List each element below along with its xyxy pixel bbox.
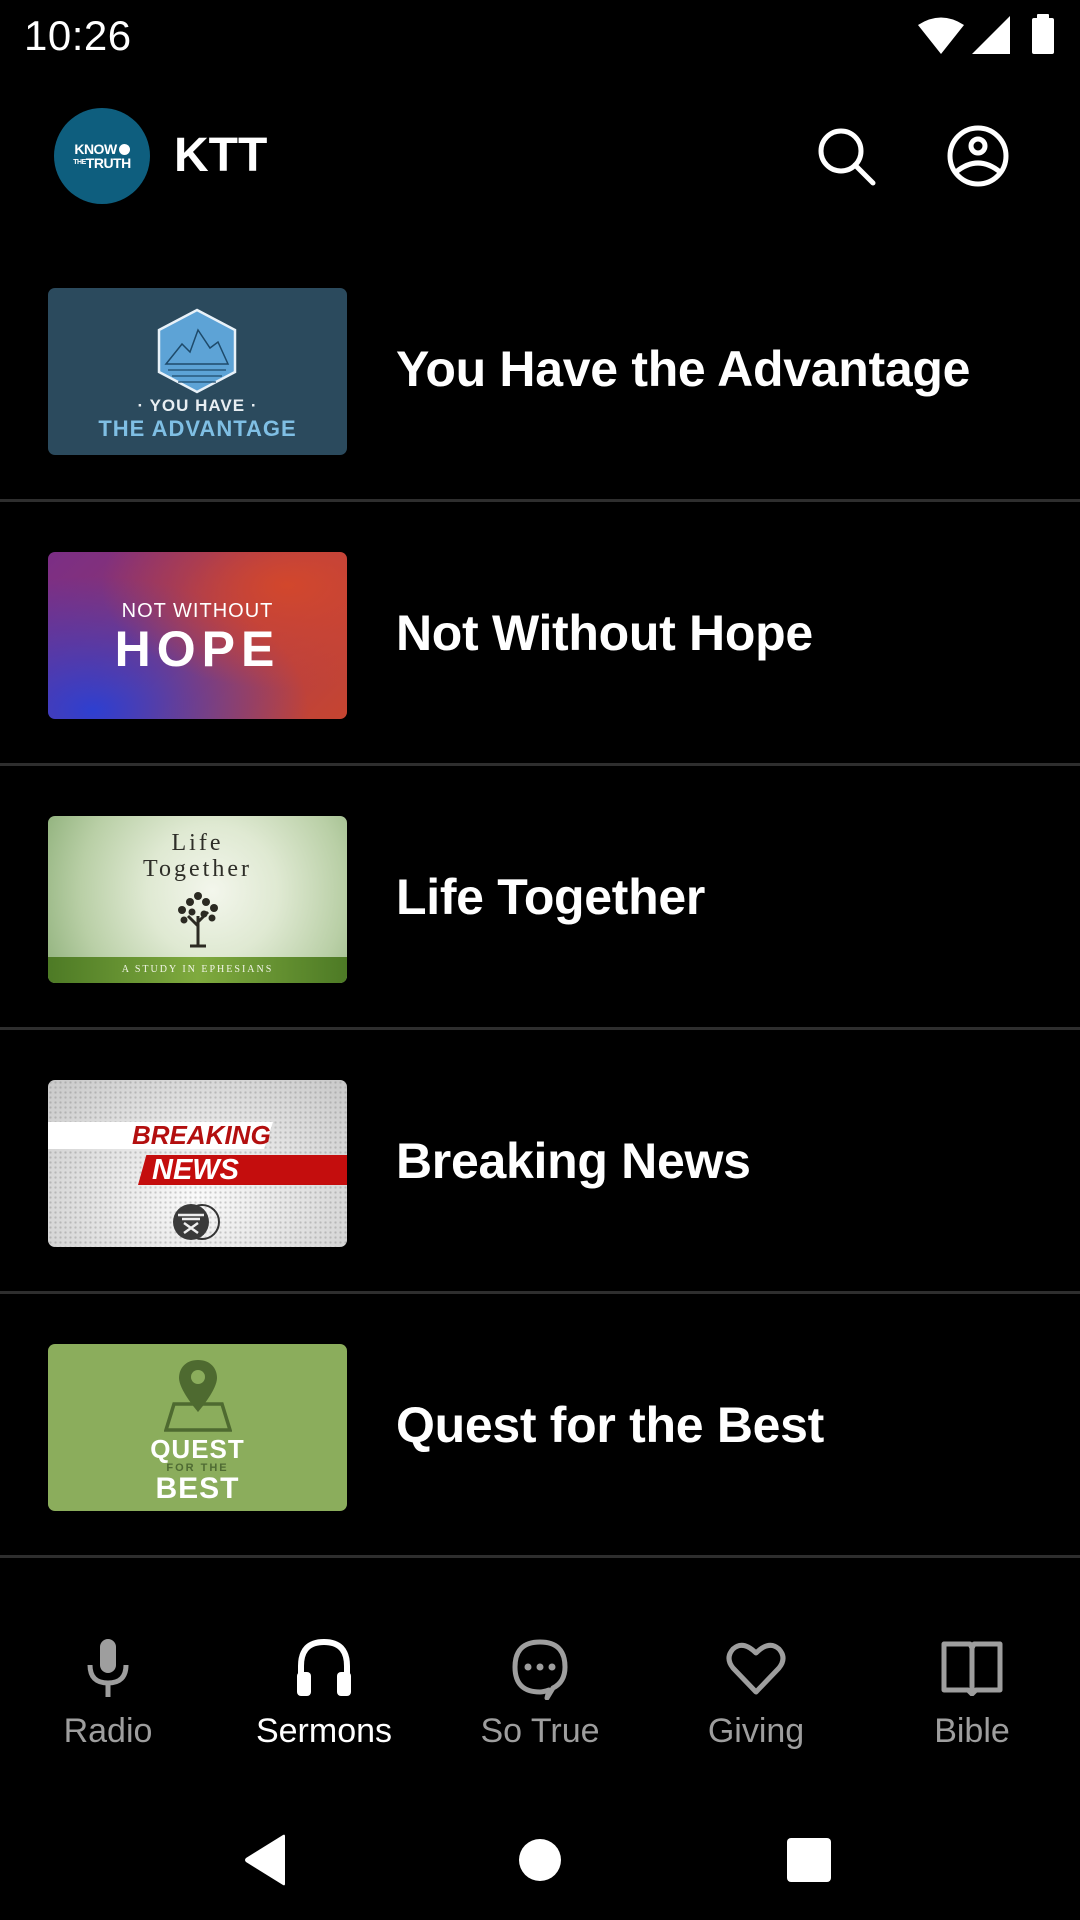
series-thumbnail: · YOU HAVE · THE ADVANTAGE bbox=[48, 288, 347, 455]
series-list-item[interactable]: BREAKING NEWS Breaking News bbox=[0, 1030, 1080, 1294]
nav-item-sermons[interactable]: Sermons bbox=[216, 1620, 432, 1770]
thumbnail-text: HOPE bbox=[114, 621, 281, 677]
series-title: Quest for the Best bbox=[396, 1396, 824, 1453]
ktt-logo[interactable]: KNOW THETRUTH bbox=[54, 108, 150, 204]
account-circle-icon bbox=[947, 125, 1009, 187]
series-title: Not Without Hope bbox=[396, 604, 813, 661]
nav-label: Giving bbox=[707, 1712, 805, 1750]
series-list-item[interactable]: · YOU HAVE · THE ADVANTAGE You Have the … bbox=[0, 238, 1080, 502]
system-recents-button[interactable] bbox=[769, 1820, 849, 1900]
series-thumbnail: NOT WITHOUT HOPE bbox=[48, 552, 347, 719]
series-thumbnail: Life Together A STUDY IN EPHESIANS bbox=[48, 816, 347, 983]
thumbnail-text: BREAKING bbox=[132, 1120, 271, 1150]
nav-icon-wrap bbox=[295, 1634, 353, 1702]
series-thumbnail: QUEST FOR THE BEST bbox=[48, 1344, 347, 1511]
mountain-badge-icon bbox=[157, 308, 237, 394]
logo-compass-icon bbox=[118, 143, 130, 155]
nav-label: Bible bbox=[934, 1712, 1010, 1750]
nav-label: Sermons bbox=[255, 1712, 393, 1750]
wifi-icon bbox=[918, 17, 964, 54]
nav-icon-wrap bbox=[509, 1634, 571, 1702]
nav-label: So True bbox=[480, 1712, 600, 1750]
sermon-series-list: · YOU HAVE · THE ADVANTAGE You Have the … bbox=[0, 238, 1080, 1558]
logo-know: KNOW bbox=[74, 141, 117, 157]
status-time: 10:26 bbox=[24, 12, 132, 59]
home-circle-icon bbox=[519, 1839, 561, 1881]
logo-text-truth: THETRUTH bbox=[73, 155, 131, 171]
back-triangle-icon bbox=[245, 1834, 285, 1886]
series-list-item[interactable]: QUEST FOR THE BEST Quest for the Best bbox=[0, 1294, 1080, 1558]
map-pin-icon bbox=[164, 1360, 232, 1432]
logo-text-know: KNOW bbox=[74, 141, 130, 157]
chat-bubble-icon bbox=[512, 1639, 568, 1700]
recents-square-icon bbox=[787, 1838, 831, 1882]
thumbnail-text-line: Life bbox=[171, 830, 224, 856]
nav-icon-wrap bbox=[940, 1634, 1004, 1702]
thumbnail-text: A STUDY IN EPHESIANS bbox=[121, 964, 274, 975]
thumbnail-text: NEWS bbox=[152, 1154, 239, 1186]
nav-item-giving[interactable]: Giving bbox=[648, 1620, 864, 1770]
app-title: KTT bbox=[174, 129, 268, 182]
thumbnail-text-line: Together bbox=[143, 856, 252, 882]
system-back-button[interactable] bbox=[226, 1820, 306, 1900]
nav-label: Radio bbox=[63, 1712, 153, 1750]
nav-icon-wrap bbox=[725, 1634, 787, 1702]
series-list-item[interactable]: Life Together A STUDY IN EPHESIANS Life … bbox=[0, 766, 1080, 1030]
series-title: Life Together bbox=[396, 868, 706, 925]
thumbnail-text: Life Together bbox=[48, 830, 347, 882]
book-icon bbox=[941, 1641, 1003, 1696]
cellular-signal-icon bbox=[972, 16, 1010, 54]
thumbnail-text: THE ADVANTAGE bbox=[98, 416, 297, 441]
thumbnail-text: BEST bbox=[155, 1472, 240, 1505]
logo-truth: TRUTH bbox=[85, 155, 131, 171]
thumbnail-text: NOT WITHOUT bbox=[121, 600, 274, 622]
series-list-item[interactable]: NOT WITHOUT HOPE Not Without Hope bbox=[0, 502, 1080, 766]
series-title: You Have the Advantage bbox=[396, 340, 971, 397]
headphones-icon bbox=[297, 1638, 351, 1696]
battery-icon bbox=[1032, 14, 1054, 54]
status-bar: 10:26 bbox=[0, 0, 1080, 72]
system-navigation-bar bbox=[0, 1800, 1080, 1920]
search-icon bbox=[818, 128, 876, 186]
status-icons bbox=[918, 14, 1058, 54]
series-title: Breaking News bbox=[396, 1132, 751, 1189]
system-home-button[interactable] bbox=[500, 1820, 580, 1900]
thumbnail-band: A STUDY IN EPHESIANS bbox=[48, 957, 347, 983]
nav-item-so-true[interactable]: So True bbox=[432, 1620, 648, 1770]
microphone-icon bbox=[87, 1639, 129, 1697]
logo-the: THE bbox=[73, 159, 86, 166]
app-bar: KNOW THETRUTH KTT bbox=[0, 90, 1080, 220]
tree-icon bbox=[178, 892, 218, 948]
manger-emblem-icon bbox=[173, 1204, 220, 1240]
search-button[interactable] bbox=[812, 122, 880, 190]
nav-item-radio[interactable]: Radio bbox=[0, 1620, 216, 1770]
profile-button[interactable] bbox=[944, 122, 1012, 190]
nav-item-bible[interactable]: Bible bbox=[864, 1620, 1080, 1770]
bottom-navigation: Radio Sermons So True Giving Bible bbox=[0, 1620, 1080, 1770]
series-thumbnail: BREAKING NEWS bbox=[48, 1080, 347, 1247]
heart-icon bbox=[726, 1642, 786, 1695]
nav-icon-wrap bbox=[84, 1634, 132, 1702]
thumbnail-text: QUEST bbox=[150, 1434, 245, 1464]
thumbnail-text: · YOU HAVE · bbox=[137, 396, 258, 415]
